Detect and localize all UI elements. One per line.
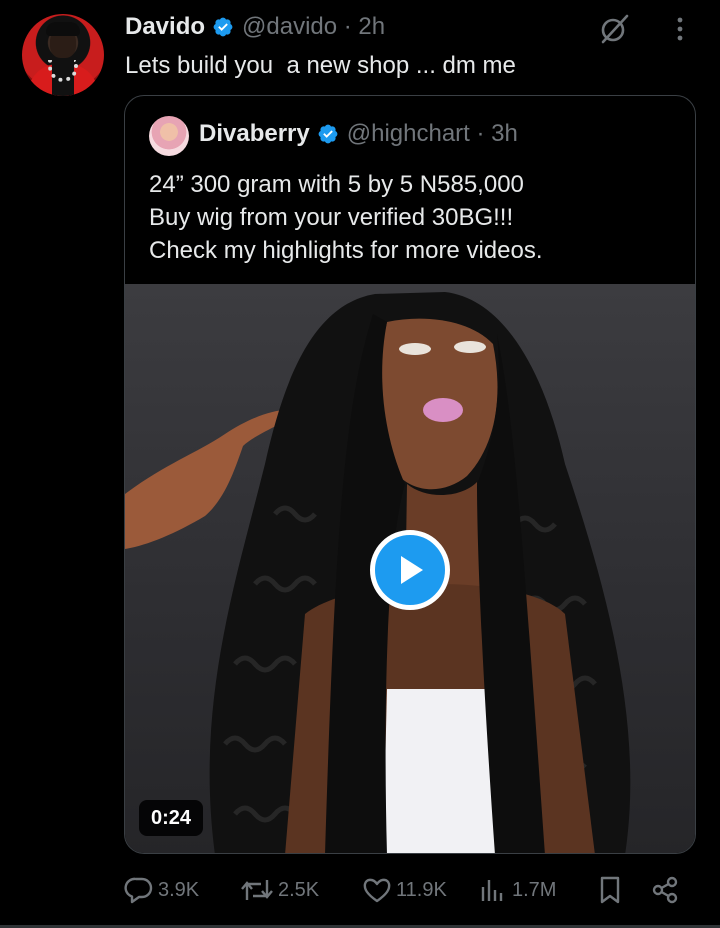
play-icon <box>401 556 423 584</box>
like-count: 11.9K <box>396 878 447 901</box>
quoted-post-text: 24” 300 gram with 5 by 5 N585,000 Buy wi… <box>149 168 543 267</box>
bookmark-icon <box>600 876 620 904</box>
post-header: Davido @davido · 2h <box>125 12 385 42</box>
action-bar: 3.9K 2.5K 11.9K 1.7M <box>124 870 696 910</box>
view-count: 1.7M <box>512 878 557 901</box>
video-duration: 0:24 <box>139 800 204 836</box>
author-name[interactable]: Davido <box>125 13 205 41</box>
bookmark-button[interactable] <box>596 870 628 910</box>
play-button[interactable] <box>370 530 450 610</box>
post-text: Lets build you a new shop ... dm me <box>125 52 516 79</box>
views-button[interactable]: 1.7M <box>478 870 556 910</box>
quoted-post-header: Divaberry @highchart · 3h <box>199 120 518 148</box>
quoted-author-avatar[interactable] <box>149 116 189 156</box>
quoted-post[interactable]: Divaberry @highchart · 3h 24” 300 gram w… <box>124 95 696 854</box>
quoted-author-handle-time[interactable]: @highchart · 3h <box>347 120 518 148</box>
video-player[interactable]: 0:24 <box>125 284 695 853</box>
author-avatar[interactable] <box>22 14 104 96</box>
repost-icon <box>241 880 273 900</box>
grok-icon[interactable] <box>597 12 631 46</box>
quoted-text-line: Buy wig from your verified 30BG!!! <box>149 204 514 231</box>
quoted-text-line: 24” 300 gram with 5 by 5 N585,000 <box>149 171 524 198</box>
heart-icon <box>363 878 391 903</box>
reply-button[interactable]: 3.9K <box>124 870 199 910</box>
views-icon <box>481 880 503 901</box>
share-icon <box>652 876 678 904</box>
more-icon[interactable] <box>668 14 692 44</box>
quoted-author-name[interactable]: Divaberry <box>199 120 310 148</box>
reply-count: 3.9K <box>158 878 200 901</box>
like-button[interactable]: 11.9K <box>362 870 447 910</box>
repost-button[interactable]: 2.5K <box>240 870 319 910</box>
verified-badge-icon <box>213 17 233 37</box>
repost-count: 2.5K <box>278 878 320 901</box>
quoted-text-line: Check my highlights for more videos. <box>149 237 543 264</box>
share-button[interactable] <box>650 870 684 910</box>
author-handle-time[interactable]: @davido · 2h <box>242 13 385 41</box>
reply-icon <box>124 877 153 904</box>
verified-badge-icon <box>318 124 338 144</box>
